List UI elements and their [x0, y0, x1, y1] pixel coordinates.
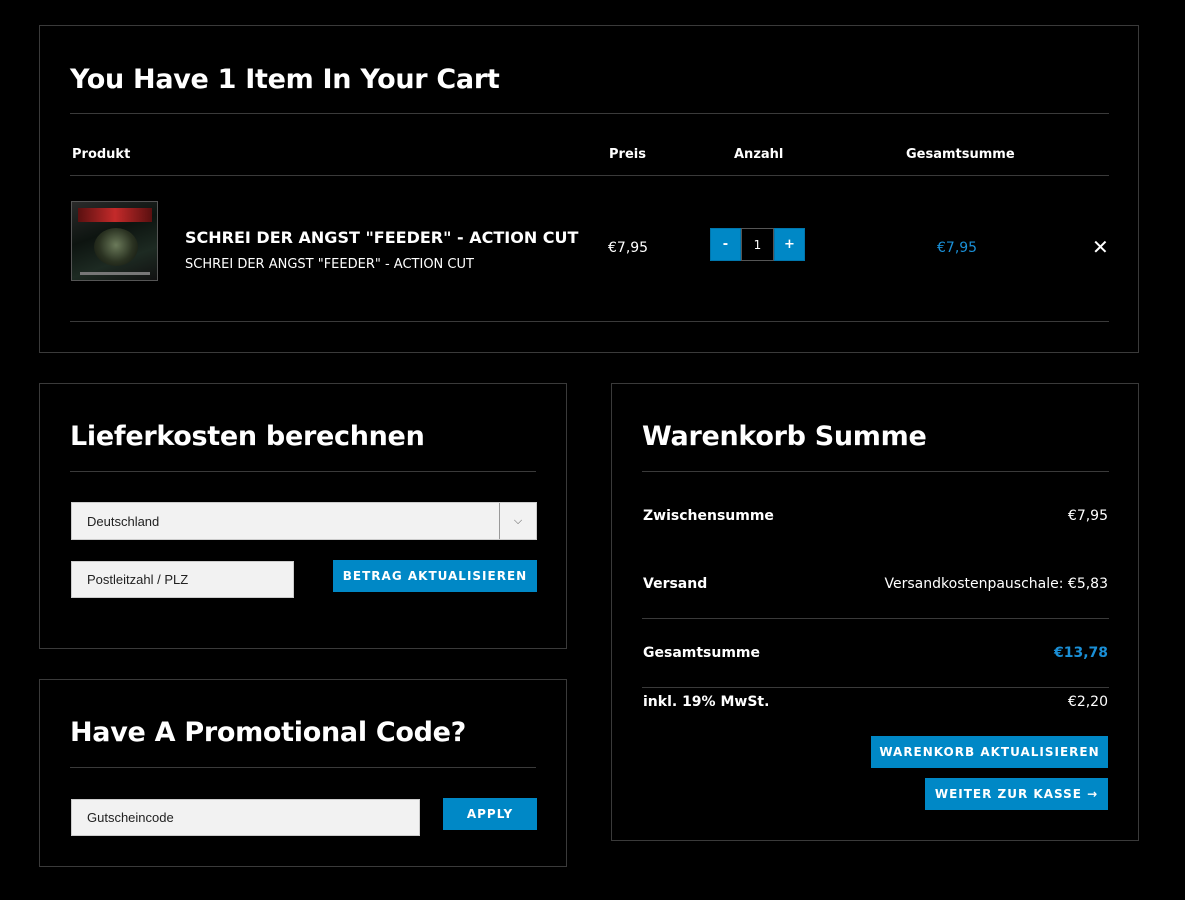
divider	[70, 175, 1109, 176]
totals-title: Warenkorb Summe	[642, 421, 927, 452]
product-thumbnail[interactable]	[71, 201, 158, 281]
postcode-input[interactable]: Postleitzahl / PLZ	[71, 561, 294, 598]
product-subtitle: SCHREI DER ANGST "FEEDER" - ACTION CUT	[185, 257, 474, 272]
column-header-total: Gesamtsumme	[906, 147, 1015, 162]
divider	[70, 767, 536, 768]
update-shipping-button[interactable]: BETRAG AKTUALISIEREN	[333, 560, 537, 592]
grand-total-label: Gesamtsumme	[643, 645, 761, 661]
column-header-quantity: Anzahl	[734, 147, 784, 162]
tax-label: inkl. 19% MwSt.	[643, 694, 770, 710]
chevron-down-icon[interactable]: ⌵	[499, 503, 536, 539]
cart-panel: You Have 1 Item In Your Cart Produkt Pre…	[39, 25, 1139, 353]
quantity-stepper: - 1 +	[710, 228, 805, 261]
column-header-price: Preis	[609, 147, 646, 162]
shipping-value: Versandkostenpauschale: €5,83	[884, 576, 1108, 592]
product-name-link[interactable]: SCHREI DER ANGST "FEEDER" - ACTION CUT	[185, 228, 578, 247]
promo-title: Have A Promotional Code?	[70, 717, 467, 748]
item-price: €7,95	[608, 240, 649, 256]
grand-total-value: €13,78	[1053, 645, 1108, 661]
update-cart-button[interactable]: WARENKORB AKTUALISIEREN	[871, 736, 1108, 768]
quantity-input[interactable]: 1	[741, 228, 774, 261]
tax-value: €2,20	[1067, 694, 1108, 710]
divider	[70, 471, 536, 472]
quantity-decrease-button[interactable]: -	[710, 228, 741, 261]
divider	[70, 321, 1109, 322]
subtotal-value: €7,95	[1067, 508, 1108, 524]
shipping-label: Versand	[643, 576, 708, 592]
divider	[642, 687, 1109, 688]
divider	[70, 113, 1109, 114]
apply-coupon-button[interactable]: APPLY	[443, 798, 537, 830]
country-select[interactable]: Deutschland ⌵	[71, 502, 537, 540]
country-select-value: Deutschland	[87, 514, 160, 529]
cart-totals-panel: Warenkorb Summe Zwischensumme €7,95 Vers…	[611, 383, 1139, 841]
shipping-title: Lieferkosten berechnen	[70, 421, 425, 452]
quantity-increase-button[interactable]: +	[774, 228, 805, 261]
divider	[642, 471, 1109, 472]
promo-code-panel: Have A Promotional Code? Gutscheincode A…	[39, 679, 567, 867]
shipping-calculator-panel: Lieferkosten berechnen Deutschland ⌵ Pos…	[39, 383, 567, 649]
subtotal-label: Zwischensumme	[643, 508, 774, 524]
coupon-code-input[interactable]: Gutscheincode	[71, 799, 420, 836]
item-line-total: €7,95	[937, 240, 978, 256]
cart-title: You Have 1 Item In Your Cart	[70, 64, 500, 95]
proceed-to-checkout-button[interactable]: WEITER ZUR KASSE →	[925, 778, 1108, 810]
column-header-product: Produkt	[72, 147, 131, 162]
divider	[642, 618, 1109, 619]
remove-item-icon[interactable]: ✕	[1092, 235, 1109, 259]
